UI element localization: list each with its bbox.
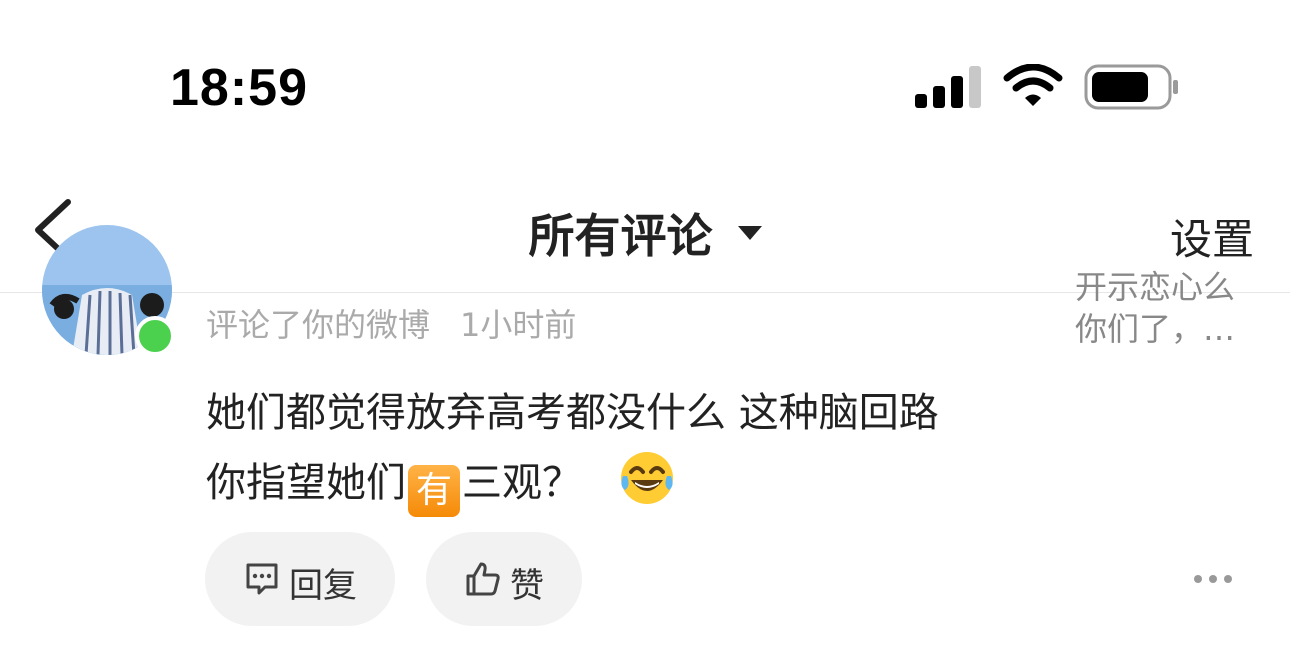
page-title[interactable]: 所有评论 (528, 209, 712, 263)
comment-icon (246, 563, 278, 595)
title-group[interactable]: 所有评论 (0, 200, 1290, 266)
wifi-icon (1003, 64, 1063, 106)
more-icon[interactable] (1190, 564, 1236, 594)
thumbs-up-icon (466, 562, 500, 596)
cellular-signal-icon (915, 66, 981, 108)
comment-line-2: 你指望她们有三观？ (206, 448, 1106, 518)
reply-button[interactable]: 回复 (205, 532, 395, 626)
comment-line-2-prefix: 你指望她们 (206, 460, 406, 506)
time-ago: 1小时前 (460, 306, 577, 344)
settings-button[interactable]: 设置 (1170, 206, 1254, 267)
tears-of-joy-emoji-icon (620, 452, 673, 504)
preview-line-2: 你们了，… (1075, 310, 1236, 348)
caret-down-icon[interactable] (737, 226, 762, 240)
reply-label: 回复 (289, 566, 357, 606)
battery-icon (1084, 64, 1178, 110)
comment-line-2-suffix: 三观？ (462, 460, 582, 506)
status-time: 18:59 (170, 59, 308, 117)
like-button[interactable]: 赞 (426, 532, 582, 626)
preview-line-1: 开示恋心么 (1075, 270, 1236, 306)
meta-action: 评论了你的微博 (206, 306, 431, 344)
online-status-dot (135, 316, 175, 356)
comment-text: 她们都觉得放弃高考都没什么 这种脑回路 你指望她们有三观？ (206, 378, 1106, 518)
comment-line-1: 她们都觉得放弃高考都没什么 这种脑回路 (206, 390, 939, 436)
status-bar: 18:59 (0, 0, 1290, 150)
comment-meta: 评论了你的微博 1小时前 (206, 300, 576, 346)
weibo-preview[interactable]: 开示恋心么 你们了，… (1075, 270, 1265, 354)
you-badge: 有 (408, 465, 460, 517)
like-label: 赞 (510, 566, 544, 606)
